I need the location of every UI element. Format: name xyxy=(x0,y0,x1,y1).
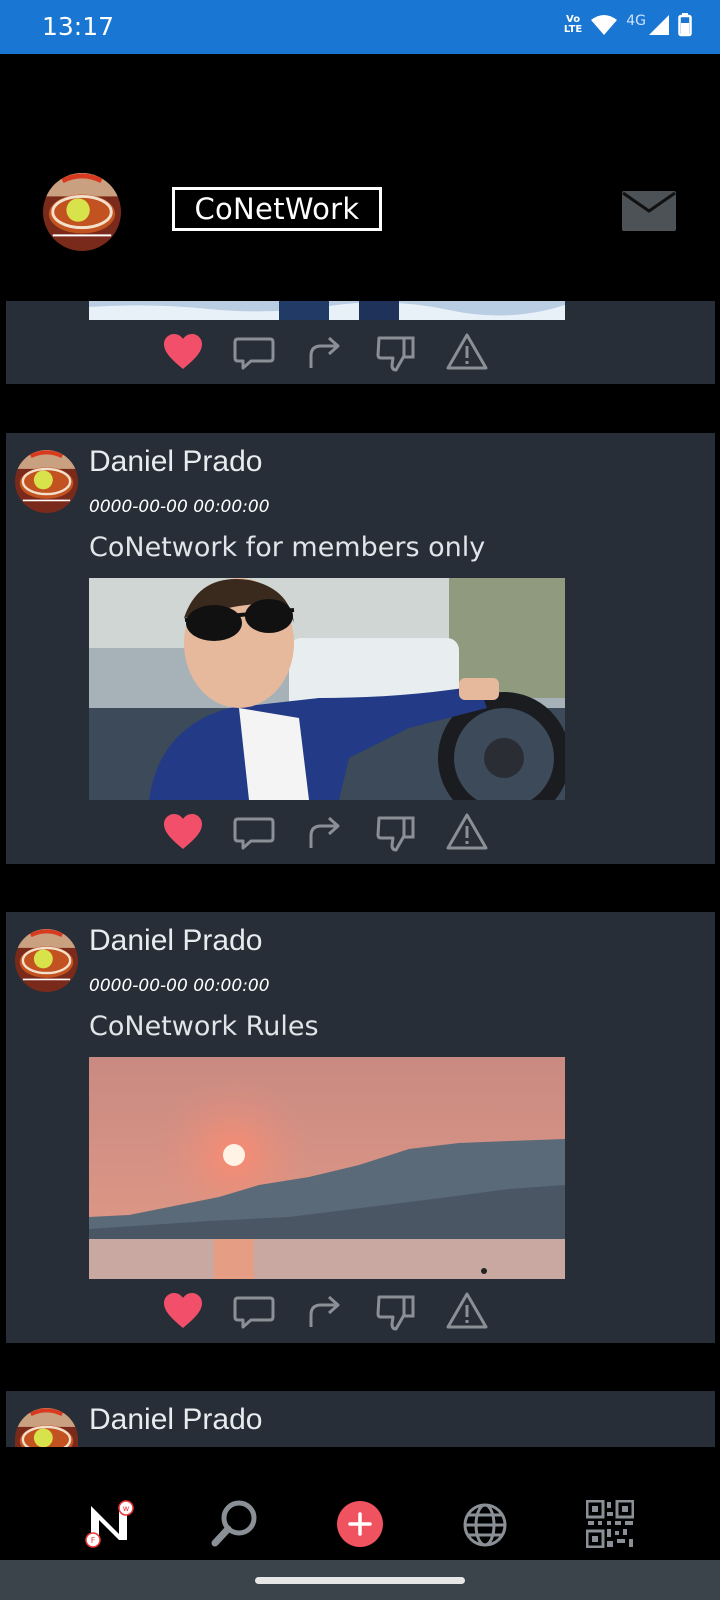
post-text: CoNetwork for members only xyxy=(89,532,486,563)
like-icon[interactable] xyxy=(161,810,205,854)
post-date: 0000-00-00 00:00:00 xyxy=(89,497,270,517)
share-icon[interactable] xyxy=(303,1289,347,1333)
qr-code-icon[interactable] xyxy=(585,1499,636,1550)
post-author-name[interactable]: Daniel Prado xyxy=(89,445,262,479)
post-image[interactable] xyxy=(89,1057,565,1279)
battery-icon xyxy=(678,13,692,37)
like-icon[interactable] xyxy=(161,330,205,374)
globe-icon[interactable] xyxy=(462,1502,512,1552)
volte-icon: Vo LTE xyxy=(563,14,583,35)
app-header xyxy=(0,54,720,301)
post-card-partial-bottom: Daniel Prado xyxy=(6,1391,715,1447)
status-bar: 13:17 Vo LTE 4G xyxy=(0,0,720,54)
post-author-name[interactable]: Daniel Prado xyxy=(89,924,262,958)
report-icon[interactable] xyxy=(445,810,489,854)
profile-avatar[interactable] xyxy=(43,173,121,251)
post-image xyxy=(89,301,565,320)
add-post-icon[interactable] xyxy=(336,1500,386,1550)
home-logo-icon[interactable]: w F xyxy=(85,1498,135,1548)
like-icon[interactable] xyxy=(161,1289,205,1333)
feed[interactable]: Daniel Prado 0000-00-00 00:00:00 CoNetwo… xyxy=(0,301,720,1456)
post-author-name[interactable]: Daniel Prado xyxy=(89,1403,262,1437)
svg-text:F: F xyxy=(91,1536,96,1545)
home-gesture-handle[interactable] xyxy=(255,1577,465,1584)
mail-icon[interactable] xyxy=(622,191,676,231)
status-time: 13:17 xyxy=(42,12,115,41)
network-type-label: 4G xyxy=(626,13,646,29)
share-icon[interactable] xyxy=(303,810,347,854)
post-card-partial-top xyxy=(6,301,715,384)
dislike-icon[interactable] xyxy=(374,1289,418,1333)
post-card: Daniel Prado 0000-00-00 00:00:00 CoNetwo… xyxy=(6,912,715,1343)
dislike-icon[interactable] xyxy=(374,330,418,374)
comment-icon[interactable] xyxy=(232,330,276,374)
app-logo: CoNetWork xyxy=(172,187,382,231)
comment-icon[interactable] xyxy=(232,1289,276,1333)
post-author-avatar[interactable] xyxy=(15,450,78,513)
wifi-icon xyxy=(591,15,618,35)
dislike-icon[interactable] xyxy=(374,810,418,854)
post-date: 0000-00-00 00:00:00 xyxy=(89,976,270,996)
post-text: CoNetwork Rules xyxy=(89,1011,319,1042)
post-image[interactable] xyxy=(89,578,565,800)
comment-icon[interactable] xyxy=(232,810,276,854)
report-icon[interactable] xyxy=(445,1289,489,1333)
post-card: Daniel Prado 0000-00-00 00:00:00 CoNetwo… xyxy=(6,433,715,864)
post-author-avatar[interactable] xyxy=(15,929,78,992)
share-icon[interactable] xyxy=(303,330,347,374)
status-icons: Vo LTE 4G xyxy=(564,13,692,37)
cell-signal-icon xyxy=(649,15,669,35)
search-icon[interactable] xyxy=(210,1498,260,1548)
svg-text:w: w xyxy=(123,1504,130,1513)
post-author-avatar[interactable] xyxy=(15,1408,78,1447)
gesture-bar xyxy=(0,1560,720,1600)
bottom-nav: w F xyxy=(0,1456,720,1560)
report-icon[interactable] xyxy=(445,330,489,374)
